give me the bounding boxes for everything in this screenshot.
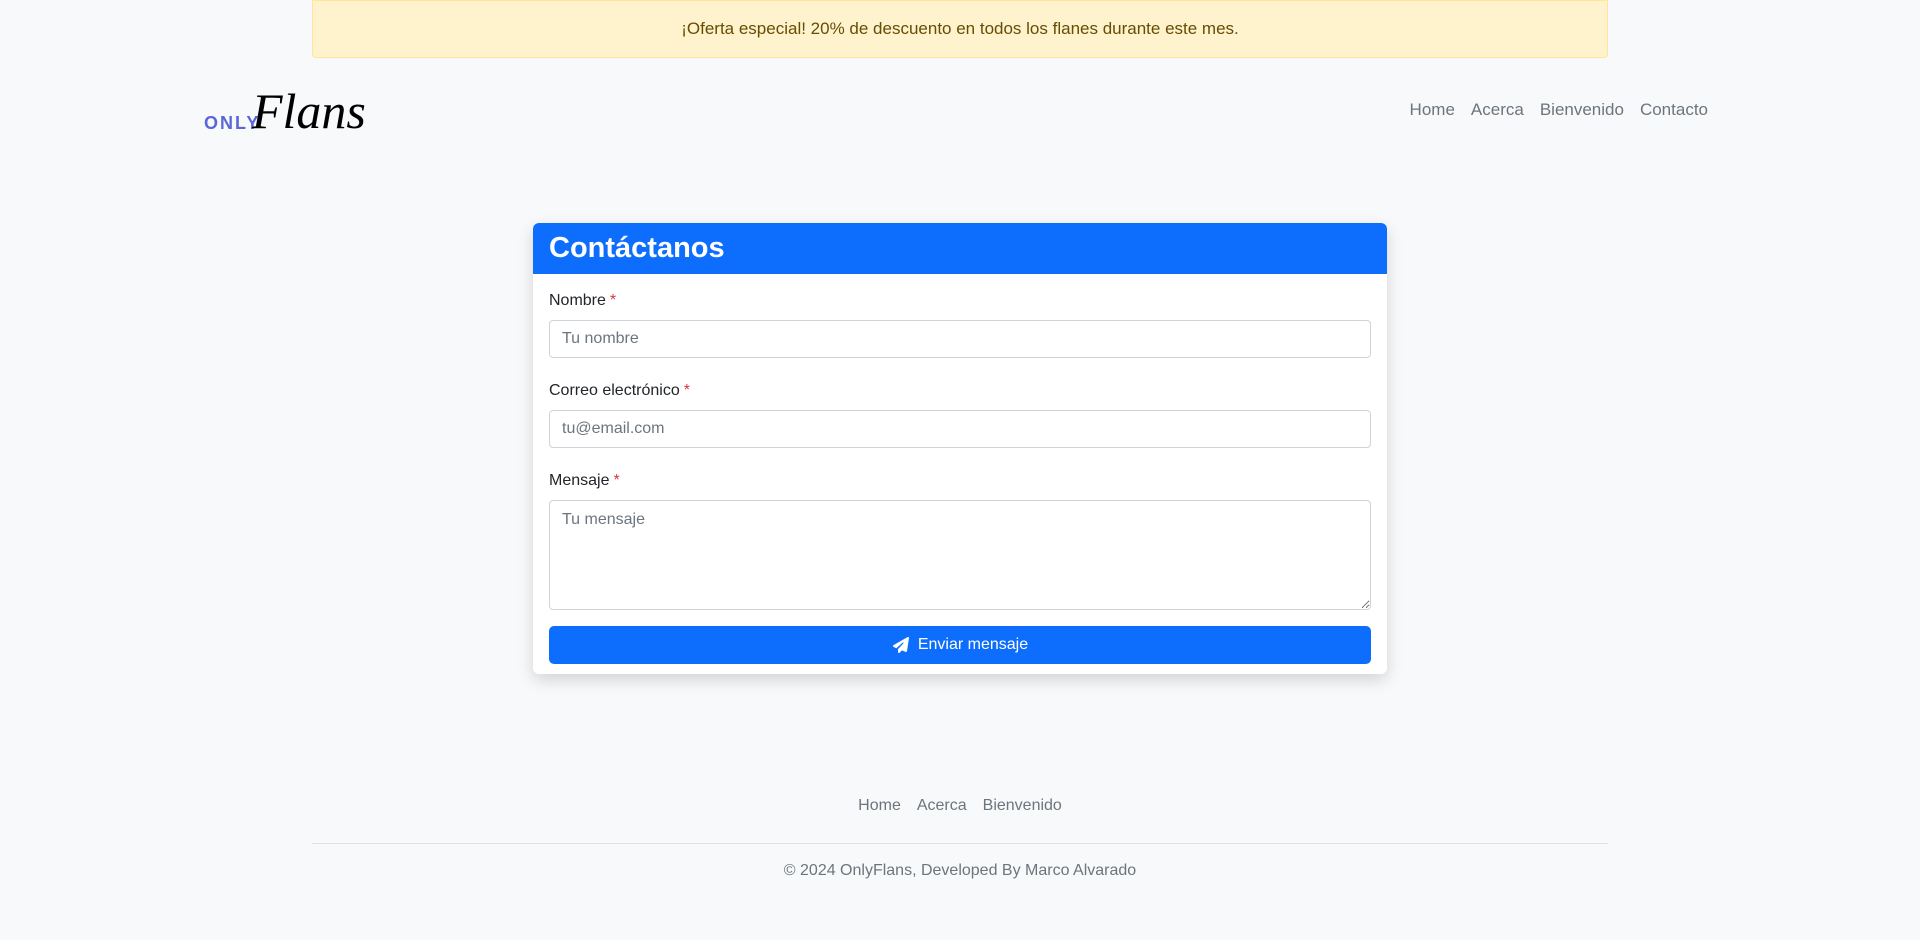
promo-banner: ¡Oferta especial! 20% de descuento en to…: [312, 0, 1608, 58]
contact-card: Contáctanos Nombre* Correo electrónico* …: [533, 223, 1387, 674]
contact-title: Contáctanos: [549, 232, 725, 264]
required-mark: *: [683, 382, 690, 399]
nav-link-contacto[interactable]: Contacto: [1640, 100, 1708, 120]
send-message-button[interactable]: Enviar mensaje: [549, 626, 1371, 664]
footer-link-acerca[interactable]: Acerca: [917, 797, 967, 815]
email-input[interactable]: [549, 410, 1371, 448]
nav-link-acerca[interactable]: Acerca: [1471, 100, 1524, 120]
name-label: Nombre *: [549, 292, 1371, 310]
contact-card-header: Contáctanos: [533, 223, 1387, 274]
nav-link-home[interactable]: Home: [1410, 100, 1455, 120]
footer-nav: Home Acerca Bienvenido: [0, 797, 1920, 815]
copyright-text: © 2024 OnlyFlans, Developed By Marco Alv…: [783, 862, 1137, 879]
logo-script: Flans: [251, 83, 366, 139]
email-label: Correo electrónico *: [549, 382, 1371, 400]
footer-divider: [312, 843, 1608, 844]
send-message-label: Enviar mensaje: [917, 636, 1029, 653]
required-mark: *: [613, 472, 620, 489]
footer-link-home[interactable]: Home: [858, 797, 901, 815]
nav-link-bienvenido[interactable]: Bienvenido: [1540, 100, 1624, 120]
onlyflans-logo: ONLY Flans: [204, 83, 366, 139]
email-label-text: Correo electrónico: [549, 382, 680, 399]
message-textarea[interactable]: [549, 500, 1371, 610]
site-logo[interactable]: ONLY Flans: [204, 80, 384, 140]
header-nav: Home Acerca Bienvenido Contacto: [1410, 100, 1708, 120]
message-label-text: Mensaje: [549, 472, 610, 489]
contact-form: Nombre* Correo electrónico* Mensaje* Env…: [533, 274, 1387, 674]
required-mark: *: [609, 292, 617, 309]
promo-text: ¡Oferta especial! 20% de descuento en to…: [681, 19, 1239, 38]
message-label: Mensaje *: [549, 472, 1371, 490]
name-label-text: Nombre: [549, 292, 606, 309]
name-input[interactable]: [549, 320, 1371, 358]
footer-link-bienvenido[interactable]: Bienvenido: [983, 797, 1062, 815]
paper-plane-icon: [892, 637, 909, 653]
